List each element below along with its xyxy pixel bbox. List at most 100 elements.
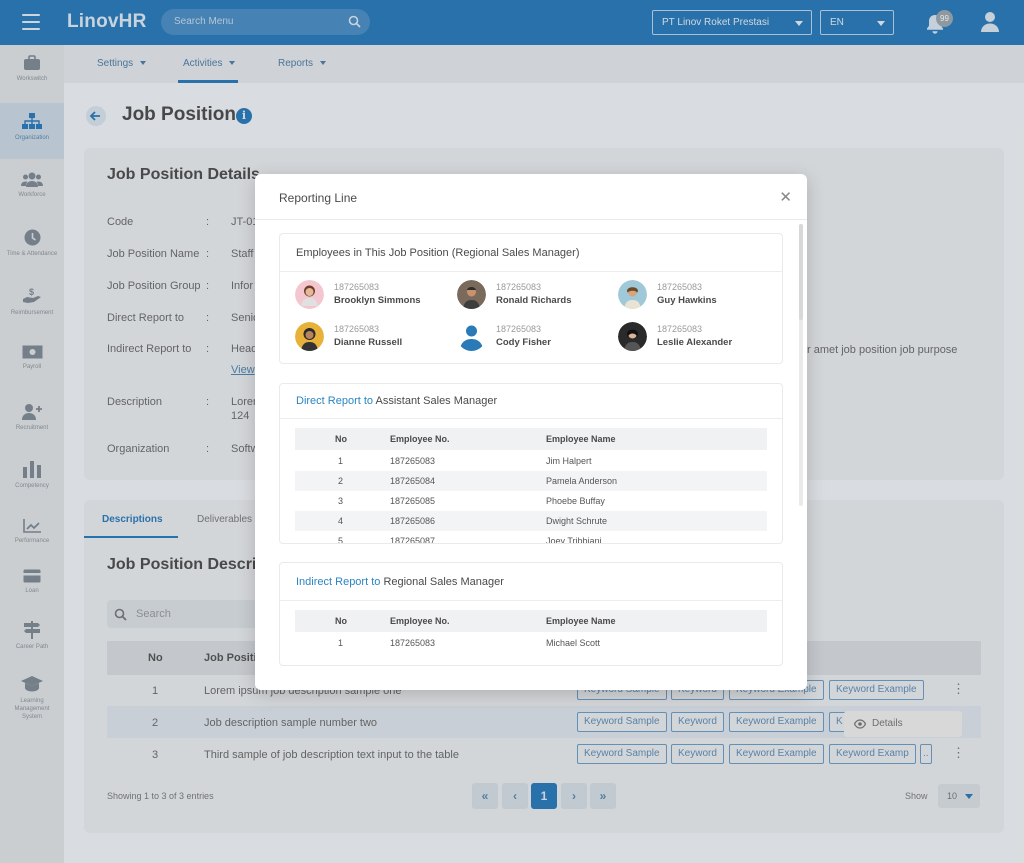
prev-page-button[interactable]: ‹ [502, 783, 528, 809]
chevron-down-icon [877, 21, 885, 26]
column-header: No [148, 652, 163, 664]
employees-section: Employees in This Job Position (Regional… [279, 233, 783, 364]
employee-card[interactable]: 187265083 Leslie Alexander [618, 322, 778, 352]
scrollbar-thumb[interactable] [799, 224, 803, 320]
detail-value: r amet job position job purpose [807, 344, 958, 356]
colon: : [206, 216, 210, 228]
sidebar-item-workswitch[interactable]: Workswitch [0, 45, 64, 101]
language-select[interactable]: EN [820, 10, 894, 35]
arrow-left-icon [89, 111, 100, 121]
page-1-button[interactable]: 1 [531, 783, 557, 809]
close-icon[interactable]: ✕ [779, 188, 792, 206]
direct-report-section: Direct Report to Assistant Sales Manager… [279, 383, 783, 544]
sidebar-label: Recruitment [15, 425, 49, 431]
tab-descriptions[interactable]: Descriptions [102, 514, 163, 525]
row-description: Third sample of job description text inp… [204, 749, 459, 761]
company-select[interactable]: PT Linov Roket Prestasi [652, 10, 812, 35]
app-logo[interactable]: LinovHR [67, 11, 147, 33]
keyword-tag[interactable]: Keyword [671, 744, 724, 764]
employee-name: Leslie Alexander [657, 337, 733, 348]
back-button[interactable] [86, 106, 106, 126]
active-tab-indicator [84, 536, 178, 538]
row-actions-icon[interactable]: ⋮ [952, 746, 965, 759]
active-nav-indicator [178, 80, 238, 83]
next-page-button[interactable]: › [561, 783, 587, 809]
nav-settings[interactable]: Settings [97, 58, 147, 69]
nav-reports[interactable]: Reports [278, 58, 327, 69]
keyword-tag[interactable]: Keyword Sample [577, 712, 667, 732]
sidebar-label: Workswitch [16, 76, 48, 82]
detail-label: Direct Report to [107, 312, 185, 324]
keyword-more-tag[interactable]: .. [920, 744, 932, 764]
employee-card[interactable]: 187265083 Guy Hawkins [618, 280, 778, 310]
keyword-tag[interactable]: Keyword Examp [829, 744, 916, 764]
direct-report-role: Assistant Sales Manager [375, 395, 498, 407]
direct-report-prefix: Direct Report to [296, 395, 374, 407]
keyword-tag[interactable]: Keyword Sample [577, 744, 667, 764]
sidebar-item-reimbursement[interactable]: $ Reimbursement [0, 277, 64, 333]
detail-value: Infor [231, 280, 254, 292]
cell-employee-name: Joey Tribbiani [546, 536, 602, 544]
sidebar-item-recruitment[interactable]: Recruitment [0, 393, 64, 449]
cell-employee-no: 187265083 [390, 638, 436, 648]
last-page-button[interactable]: » [590, 783, 616, 809]
sidebar-label: Time & Attendance [6, 251, 58, 257]
detail-label: Description [107, 396, 163, 408]
sidebar-label: Career Path [15, 644, 49, 650]
tab-deliverables[interactable]: Deliverables [197, 514, 252, 525]
employee-card[interactable]: 187265083 Ronald Richards [457, 280, 617, 310]
keyword-tag[interactable]: Keyword Example [829, 680, 924, 700]
description-search-input[interactable]: Search [107, 600, 267, 628]
cell-no: 2 [338, 476, 344, 486]
sidebar-item-loan[interactable]: Loan [0, 559, 64, 615]
info-icon[interactable]: i [236, 108, 252, 124]
nav-activities[interactable]: Activities [183, 58, 236, 69]
employee-number: 187265083 [496, 282, 542, 292]
sidebar-item-lms[interactable]: Learning Management System [0, 665, 64, 725]
sidebar-item-workforce[interactable]: Workforce [0, 161, 64, 217]
details-menu-item[interactable]: Details [872, 718, 903, 729]
user-avatar-icon[interactable] [980, 11, 1000, 33]
search-icon [114, 608, 127, 621]
sidebar-item-career-path[interactable]: Career Path [0, 611, 64, 667]
row-number: 1 [152, 685, 159, 697]
keyword-tag[interactable]: Keyword Example [729, 744, 824, 764]
sidebar-item-payroll[interactable]: Payroll [0, 335, 64, 391]
view-link[interactable]: View [231, 364, 255, 376]
nav-label: Reports [278, 58, 314, 69]
employee-card[interactable]: 187265083 Cody Fisher [457, 322, 617, 352]
cell-employee-no: 187265087 [390, 536, 436, 544]
cell-employee-no: 187265085 [390, 496, 436, 506]
sidebar-item-organization[interactable]: Organization [0, 103, 64, 159]
row-description: Job description sample number two [204, 717, 378, 729]
sidebar-label: Payroll [22, 364, 42, 370]
table-row: 2 187265084 Pamela Anderson [295, 471, 767, 491]
menu-icon[interactable] [22, 14, 40, 30]
page-size-select[interactable]: 10 [938, 784, 980, 808]
chevron-down-icon [320, 61, 327, 66]
employee-card[interactable]: 187265083 Dianne Russell [295, 322, 455, 352]
first-page-button[interactable]: « [472, 783, 498, 809]
column-header: No [335, 616, 347, 626]
employee-number: 187265083 [334, 324, 380, 334]
colon: : [206, 443, 210, 455]
top-bar: LinovHR Search Menu PT Linov Roket Prest… [0, 0, 1024, 45]
row-actions-icon[interactable]: ⋮ [952, 682, 965, 695]
column-header: Employee Name [546, 616, 616, 626]
colon: : [206, 343, 210, 355]
employee-card[interactable]: 187265083 Brooklyn Simmons [295, 280, 455, 310]
keyword-tag[interactable]: Keyword Example [729, 712, 824, 732]
avatar [457, 322, 486, 351]
detail-label: Job Position Group [107, 280, 201, 292]
keyword-tag[interactable]: Keyword [671, 712, 724, 732]
colon: : [206, 312, 210, 324]
table-row: 1 187265083 Michael Scott [295, 633, 767, 653]
sidebar-item-performance[interactable]: Performance [0, 509, 64, 565]
sidebar-item-competency[interactable]: Competency [0, 451, 64, 507]
avatar [295, 322, 324, 351]
table-row: 4 187265086 Dwight Schrute [295, 511, 767, 531]
avatar [618, 280, 647, 309]
search-menu-input[interactable]: Search Menu [161, 9, 370, 35]
sidebar-item-time-attendance[interactable]: Time & Attendance [0, 219, 64, 275]
clock-icon [24, 229, 40, 246]
